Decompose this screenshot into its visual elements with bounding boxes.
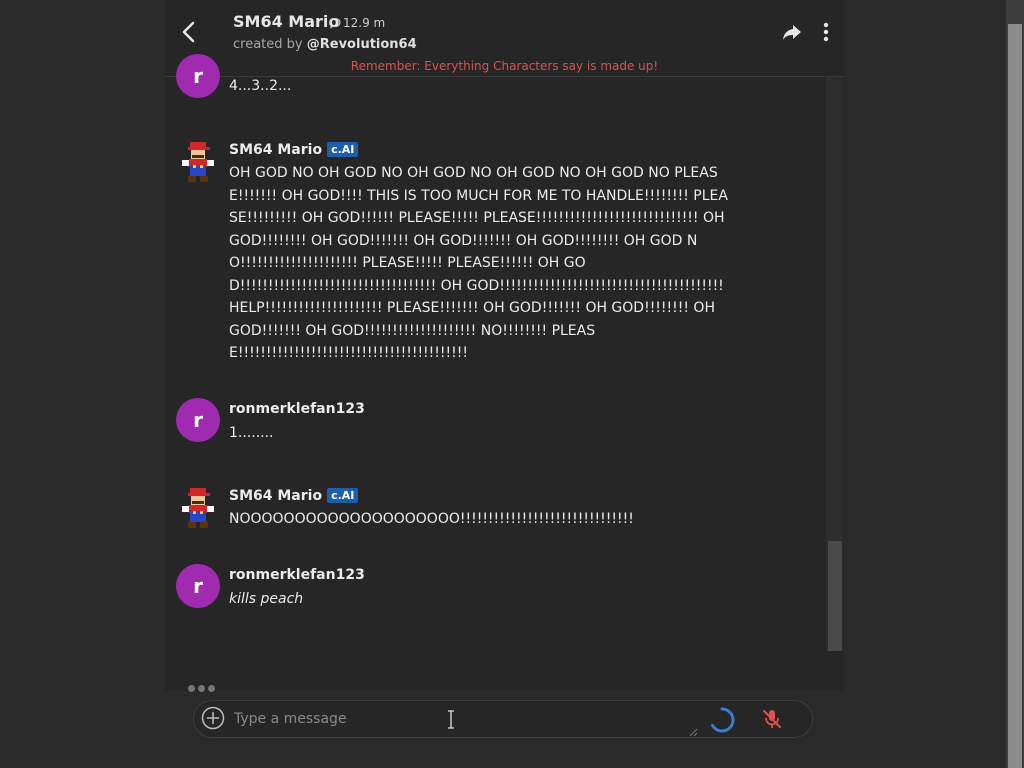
mario-avatar[interactable]	[180, 140, 216, 184]
message-input[interactable]	[234, 707, 694, 731]
ai-badge: c.AI	[327, 488, 359, 503]
creator-link[interactable]: @Revolution64	[307, 37, 417, 52]
chat-scrollbar-thumb[interactable]	[828, 541, 842, 651]
resize-handle-icon[interactable]	[689, 728, 698, 737]
chat-count: 12.9 m	[343, 16, 386, 30]
created-by-prefix: created by	[233, 37, 303, 52]
message-author: ronmerklefan123	[229, 401, 365, 417]
message: r ronmerklefan123 1........	[176, 398, 756, 448]
right-margin	[844, 0, 1006, 768]
text-cursor-icon	[448, 710, 454, 729]
chat-bubble-icon	[329, 17, 341, 29]
typing-dot	[198, 685, 205, 692]
typing-dot	[208, 685, 215, 692]
message: r ronmerklefan123 kills peach	[176, 564, 756, 614]
typing-dot	[188, 685, 195, 692]
author-name: SM64 Mario	[229, 142, 323, 158]
loading-spinner-icon	[711, 707, 735, 733]
message-author: SM64 Mario c.AI	[229, 142, 359, 158]
user-avatar[interactable]: r	[176, 564, 220, 608]
message: r 4...3..2...	[176, 54, 756, 104]
typing-indicator	[188, 677, 220, 692]
message-text: OH GOD NO OH GOD NO OH GOD NO OH GOD NO …	[229, 165, 728, 361]
chevron-left-icon[interactable]	[176, 18, 202, 46]
user-avatar[interactable]: r	[176, 54, 220, 98]
message-text: kills peach	[229, 591, 304, 607]
user-avatar[interactable]: r	[176, 398, 220, 442]
message: SM64 Mario c.AI OH GOD NO OH GOD NO OH GO…	[176, 140, 756, 370]
message-text: 1........	[229, 425, 274, 441]
page-scrollbar-thumb[interactable]	[1008, 24, 1022, 768]
message-text: NOOOOOOOOOOOOOOOOOOOO!!!!!!!!!!!!!!!!!!!…	[229, 511, 634, 527]
message-author: ronmerklefan123	[229, 567, 365, 583]
message-author: SM64 Mario c.AI	[229, 488, 359, 504]
plus-circle-icon[interactable]	[201, 706, 225, 730]
ai-badge: c.AI	[327, 142, 359, 157]
left-margin	[0, 0, 165, 768]
mario-avatar[interactable]	[180, 486, 216, 530]
mic-muted-icon[interactable]	[760, 707, 784, 731]
character-name[interactable]: SM64 Mario	[233, 12, 339, 31]
message: SM64 Mario c.AI NOOOOOOOOOOOOOOOOOOOO!!!!…	[176, 486, 756, 536]
created-by: created by @Revolution64	[233, 37, 417, 52]
more-vertical-icon[interactable]	[818, 20, 834, 44]
share-icon[interactable]	[780, 20, 804, 44]
author-name: SM64 Mario	[229, 488, 323, 504]
message-text: 4...3..2...	[229, 78, 292, 94]
